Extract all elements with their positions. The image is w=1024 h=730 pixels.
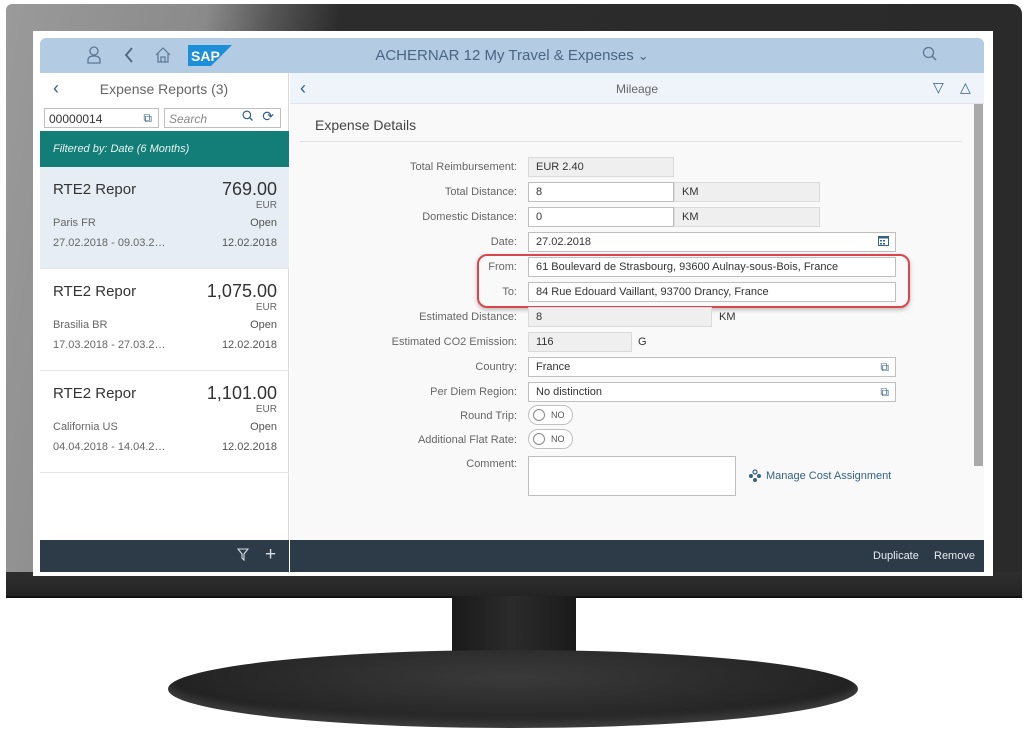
- report-name: RTE2 Repor: [53, 385, 137, 402]
- master-panel: ‹ Expense Reports (3) 00000014 ⧉ Search …: [40, 73, 289, 573]
- monitor-frame: SAP ACHERNAR 12 My Travel & Expenses ⌄ ‹ …: [0, 0, 1024, 730]
- estimated-distance-field: 8: [528, 307, 712, 327]
- estimated-distance-label: Estimated Distance:: [419, 311, 517, 323]
- country-input[interactable]: France ⧉: [528, 357, 896, 377]
- domestic-distance-unit: KM: [674, 207, 820, 227]
- report-status: Open: [250, 319, 277, 331]
- report-status: Open: [250, 217, 277, 229]
- report-amount: 769.00: [221, 179, 277, 199]
- total-distance-label: Total Distance:: [444, 186, 517, 198]
- report-dates: 04.04.2018 - 14.04.2…: [53, 441, 166, 453]
- previous-item-icon[interactable]: △: [960, 79, 971, 96]
- report-currency: EUR: [255, 200, 277, 211]
- next-item-icon[interactable]: ▽: [933, 79, 944, 96]
- chevron-down-icon: ⌄: [637, 48, 649, 63]
- filter-info-bar: Filtered by: Date (6 Months): [40, 131, 289, 167]
- report-name: RTE2 Repor: [53, 283, 137, 300]
- value-help-icon[interactable]: ⧉: [880, 360, 889, 375]
- switch-state: NO: [551, 434, 565, 444]
- co2-unit: G: [638, 336, 647, 348]
- report-date: 12.02.2018: [221, 441, 277, 453]
- list-item[interactable]: RTE2 Repor 1,075.00 EUR Brasilia BR Open…: [40, 269, 289, 371]
- search-input[interactable]: Search ⟳: [164, 108, 281, 128]
- domestic-distance-input[interactable]: 0: [528, 207, 674, 227]
- calendar-icon[interactable]: [878, 235, 889, 249]
- report-dates: 17.03.2018 - 27.03.2…: [53, 339, 166, 351]
- master-title: Expense Reports (3): [99, 81, 229, 97]
- value-help-icon[interactable]: ⧉: [143, 111, 152, 126]
- co2-label: Estimated CO2 Emission:: [391, 336, 517, 348]
- manage-cost-assignment-link[interactable]: Manage Cost Assignment: [749, 469, 892, 482]
- report-location: Brasilia BR: [53, 319, 108, 331]
- date-label: Date:: [490, 236, 517, 248]
- report-date: 12.02.2018: [221, 339, 277, 351]
- duplicate-button[interactable]: Duplicate: [873, 550, 919, 562]
- detail-header: ‹ Mileage ▽ △: [290, 73, 984, 104]
- master-header: ‹ Expense Reports (3): [40, 73, 288, 104]
- total-distance-unit: KM: [674, 182, 820, 202]
- list-item[interactable]: RTE2 Repor 1,101.00 EUR California US Op…: [40, 371, 289, 473]
- report-location: Paris FR: [53, 217, 96, 229]
- estimated-distance-unit: KM: [719, 311, 736, 323]
- report-location: California US: [53, 421, 118, 433]
- round-trip-switch[interactable]: NO: [528, 405, 573, 425]
- manage-cost-assignment-text: Manage Cost Assignment: [766, 470, 892, 482]
- search-icon[interactable]: [242, 110, 254, 125]
- detail-title: Mileage: [615, 82, 659, 96]
- detail-footer: Duplicate Remove: [290, 540, 984, 572]
- report-amount: 1,075.00: [206, 281, 277, 301]
- search-icon[interactable]: [922, 46, 938, 66]
- comment-textarea[interactable]: [528, 456, 736, 496]
- section-divider: [300, 141, 962, 142]
- report-id-value: 00000014: [49, 112, 103, 126]
- app-title[interactable]: ACHERNAR 12 My Travel & Expenses ⌄: [40, 47, 984, 64]
- report-currency: EUR: [255, 404, 277, 415]
- flat-rate-switch[interactable]: NO: [528, 429, 573, 449]
- total-distance-input[interactable]: 8: [528, 182, 674, 202]
- report-id-input[interactable]: 00000014 ⧉: [44, 108, 159, 128]
- value-help-icon[interactable]: ⧉: [880, 385, 889, 400]
- round-trip-label: Round Trip:: [460, 410, 517, 422]
- address-highlight-annotation: [477, 254, 910, 308]
- scrollbar[interactable]: [974, 104, 983, 466]
- shell-bar: SAP ACHERNAR 12 My Travel & Expenses ⌄: [40, 38, 984, 73]
- country-label: Country:: [475, 361, 517, 373]
- country-value: France: [536, 361, 571, 373]
- report-dates: 27.02.2018 - 09.03.2…: [53, 237, 166, 249]
- per-diem-value: No distinction: [536, 386, 603, 398]
- list-item[interactable]: RTE2 Repor 769.00 EUR Paris FR Open 27.0…: [40, 167, 289, 269]
- date-picker[interactable]: 27.02.2018: [528, 232, 896, 252]
- flat-rate-label: Additional Flat Rate:: [417, 434, 517, 446]
- per-diem-label: Per Diem Region:: [430, 386, 517, 398]
- report-name: RTE2 Repor: [53, 181, 137, 198]
- switch-knob: [533, 433, 545, 445]
- add-icon[interactable]: +: [265, 544, 276, 566]
- cost-assignment-icon: [748, 469, 762, 486]
- master-footer: +: [40, 540, 289, 572]
- switch-state: NO: [551, 410, 565, 420]
- co2-field: 116: [528, 332, 632, 352]
- refresh-icon[interactable]: ⟳: [262, 108, 274, 125]
- report-currency: EUR: [255, 302, 277, 313]
- report-date: 12.02.2018: [221, 237, 277, 249]
- total-reimbursement-field: EUR 2.40: [528, 157, 674, 177]
- detail-panel: ‹ Mileage ▽ △ Expense Details Total Reim…: [290, 73, 984, 540]
- section-title: Expense Details: [315, 117, 417, 133]
- comment-label: Comment:: [466, 458, 517, 470]
- date-value: 27.02.2018: [536, 236, 592, 248]
- app-title-text: ACHERNAR 12 My Travel & Expenses: [375, 47, 634, 64]
- domestic-distance-label: Domestic Distance:: [422, 211, 517, 223]
- report-status: Open: [250, 421, 277, 433]
- total-reimbursement-label: Total Reimbursement:: [410, 161, 517, 173]
- switch-knob: [533, 409, 545, 421]
- per-diem-input[interactable]: No distinction ⧉: [528, 382, 896, 402]
- search-placeholder: Search: [169, 112, 208, 126]
- remove-button[interactable]: Remove: [934, 550, 975, 562]
- filter-icon[interactable]: [236, 548, 250, 565]
- report-amount: 1,101.00: [206, 383, 277, 403]
- monitor-stand: [168, 650, 858, 728]
